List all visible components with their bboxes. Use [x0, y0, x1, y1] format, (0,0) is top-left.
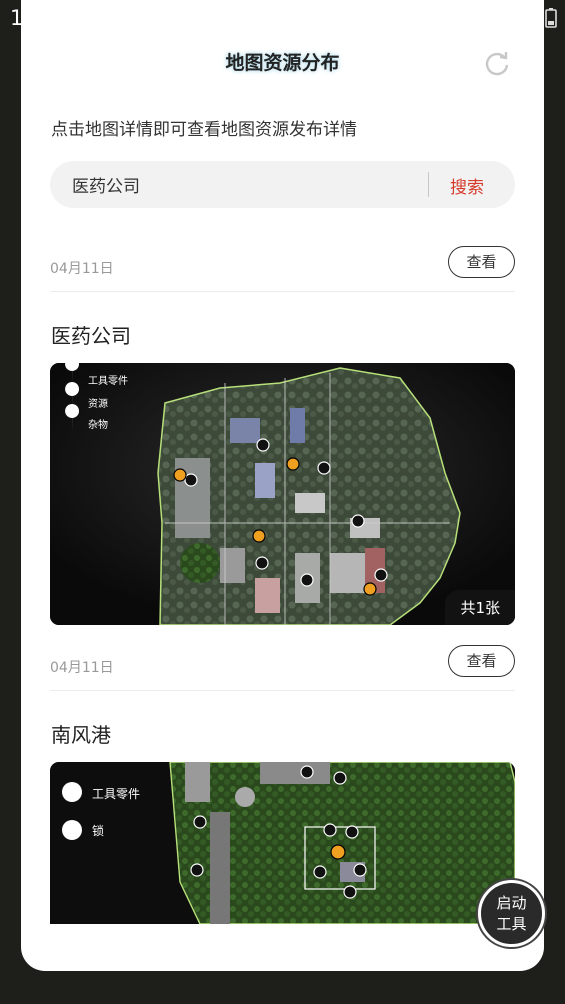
- item-title: 医药公司: [51, 324, 131, 348]
- view-button[interactable]: 查看: [448, 246, 515, 278]
- map-graphic: 工具零件 锁: [50, 762, 515, 924]
- search-button[interactable]: 搜索: [450, 173, 484, 198]
- launch-tool-button[interactable]: 启动 工具: [478, 880, 545, 947]
- main-card: 地图资源分布 点击地图详情即可查看地图资源发布详情 搜索 04月11日 查看 医…: [21, 0, 544, 971]
- svg-text:资源: 资源: [88, 397, 108, 410]
- page-title: 地图资源分布: [225, 52, 340, 74]
- intro-text: 点击地图详情即可查看地图资源发布详情: [51, 120, 357, 140]
- map-graphic: 工具零件 资源 杂物: [50, 363, 515, 625]
- battery-icon: [545, 8, 557, 28]
- list-item-header: 04月11日 查看: [50, 244, 515, 292]
- launch-tool-line2: 工具: [496, 915, 527, 933]
- item-date: 04月11日: [50, 660, 114, 676]
- search-divider: [428, 172, 429, 197]
- svg-text:杂物: 杂物: [88, 418, 108, 431]
- search-bar: 搜索: [50, 161, 515, 208]
- refresh-icon[interactable]: [484, 50, 510, 76]
- item-date: 04月11日: [50, 261, 114, 277]
- view-button[interactable]: 查看: [448, 645, 515, 677]
- item-title: 南风港: [51, 723, 111, 747]
- launch-tool-line1: 启动: [496, 894, 527, 912]
- image-count-badge: 共1张: [445, 590, 515, 625]
- svg-text:锁: 锁: [92, 823, 104, 838]
- svg-text:工具零件: 工具零件: [88, 375, 128, 387]
- header: 地图资源分布: [21, 0, 544, 110]
- list-item-header: 04月11日 查看: [50, 643, 515, 691]
- map-image-pharma[interactable]: 工具零件 资源 杂物 共1张: [50, 363, 515, 625]
- map-image-port[interactable]: 工具零件 锁: [50, 762, 515, 924]
- svg-text:工具零件: 工具零件: [92, 787, 140, 801]
- search-input[interactable]: [72, 171, 402, 197]
